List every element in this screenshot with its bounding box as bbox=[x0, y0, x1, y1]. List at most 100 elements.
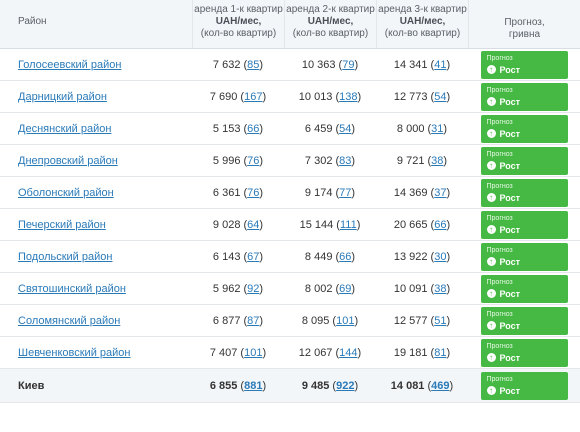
forecast-cell: Прогноз ↑ Рост bbox=[468, 50, 580, 79]
forecast-badge[interactable]: Прогноз ↑ Рост bbox=[480, 210, 568, 239]
header-1room-line2: UAH/мес, bbox=[215, 16, 262, 27]
count-3room-link[interactable]: 66 bbox=[434, 219, 446, 231]
forecast-badge-label: Прогноз bbox=[486, 86, 513, 94]
forecast-badge[interactable]: Прогноз ↑ Рост bbox=[480, 306, 568, 335]
price-1room: 5 996 bbox=[212, 154, 241, 167]
region-link[interactable]: Днепровский район bbox=[18, 155, 118, 167]
count-3room-link[interactable]: 54 bbox=[434, 91, 446, 103]
count-2room-link[interactable]: 144 bbox=[339, 347, 357, 359]
header-region: Район bbox=[18, 16, 47, 27]
count-1room-link[interactable]: 76 bbox=[247, 187, 259, 199]
price-1room-cell: 5 153 (66) bbox=[212, 122, 264, 135]
forecast-badge[interactable]: Прогноз ↑ Рост bbox=[480, 50, 568, 79]
count-1room-link[interactable]: 66 bbox=[247, 123, 259, 135]
count-3room-link[interactable]: 81 bbox=[434, 347, 446, 359]
table-row: Святошинский район 5 962 (92) 8 002 (69) 10… bbox=[0, 273, 580, 305]
table-row: Печерский район 9 028 (64) 15 144 (111) 20 … bbox=[0, 209, 580, 241]
price-2room: 12 067 bbox=[298, 346, 333, 359]
count-2room-link[interactable]: 138 bbox=[339, 91, 357, 103]
total-2room-count[interactable]: 922 bbox=[336, 380, 354, 392]
price-2room: 10 363 bbox=[301, 58, 336, 71]
price-2room-cell: 15 144 (111) bbox=[299, 218, 361, 231]
forecast-badge-text: Рост bbox=[499, 192, 521, 203]
region-link[interactable]: Оболонский район bbox=[18, 187, 114, 199]
forecast-badge-text: Рост bbox=[499, 64, 521, 75]
count-1room-link[interactable]: 92 bbox=[247, 283, 259, 295]
count-2room-link[interactable]: 83 bbox=[339, 155, 351, 167]
region-link[interactable]: Соломянский район bbox=[18, 315, 120, 327]
count-3room-link[interactable]: 51 bbox=[434, 315, 446, 327]
forecast-badge-label: Прогноз bbox=[486, 342, 513, 350]
up-arrow-icon: ↑ bbox=[486, 257, 496, 266]
forecast-badge-label: Прогноз bbox=[486, 54, 513, 62]
count-3room-link[interactable]: 37 bbox=[434, 187, 446, 199]
region-link[interactable]: Дарницкий район bbox=[18, 91, 107, 103]
price-3room: 12 773 bbox=[393, 90, 428, 103]
forecast-badge[interactable]: Прогноз ↑ Рост bbox=[480, 371, 568, 400]
price-1room: 6 143 bbox=[212, 250, 241, 263]
count-2room-link[interactable]: 79 bbox=[342, 59, 354, 71]
up-arrow-icon: ↑ bbox=[486, 386, 496, 395]
count-2room-link[interactable]: 101 bbox=[336, 315, 354, 327]
count-2room-link[interactable]: 66 bbox=[339, 251, 351, 263]
region-link[interactable]: Печерский район bbox=[18, 219, 106, 231]
table-row: Шевченковский район 7 407 (101) 12 067 (14… bbox=[0, 337, 580, 369]
table-row: Подольский район 6 143 (67) 8 449 (66) 13 9… bbox=[0, 241, 580, 273]
count-1room-link[interactable]: 85 bbox=[247, 59, 259, 71]
region-cell: Соломянский район bbox=[0, 315, 192, 327]
total-1room-count[interactable]: 881 bbox=[244, 380, 262, 392]
count-1room-link[interactable]: 76 bbox=[247, 155, 259, 167]
count-3room-link[interactable]: 30 bbox=[434, 251, 446, 263]
region-cell: Деснянский район bbox=[0, 123, 192, 135]
count-1room-link[interactable]: 87 bbox=[247, 315, 259, 327]
region-link[interactable]: Шевченковский район bbox=[18, 347, 130, 359]
forecast-badge[interactable]: Прогноз ↑ Рост bbox=[480, 178, 568, 207]
count-3room-link[interactable]: 31 bbox=[431, 123, 443, 135]
region-cell: Голосеевский район bbox=[0, 59, 192, 71]
total-1room-price: 6 855 bbox=[209, 379, 238, 392]
total-forecast-cell: Прогноз ↑ Рост bbox=[468, 371, 580, 400]
forecast-badge[interactable]: Прогноз ↑ Рост bbox=[480, 338, 568, 367]
price-1room: 5 153 bbox=[212, 122, 241, 135]
forecast-badge[interactable]: Прогноз ↑ Рост bbox=[480, 242, 568, 271]
total-1room-cell: 6 855 (881) bbox=[209, 379, 267, 392]
forecast-badge[interactable]: Прогноз ↑ Рост bbox=[480, 82, 568, 111]
forecast-badge[interactable]: Прогноз ↑ Рост bbox=[480, 114, 568, 143]
price-3room-cell: 13 922 (30) bbox=[393, 250, 451, 263]
region-link[interactable]: Деснянский район bbox=[18, 123, 111, 135]
count-3room-link[interactable]: 38 bbox=[434, 283, 446, 295]
total-3room-count[interactable]: 469 bbox=[431, 380, 449, 392]
count-1room-link[interactable]: 167 bbox=[244, 91, 262, 103]
total-2room-cell: 9 485 (922) bbox=[301, 379, 359, 392]
forecast-badge-main: ↑ Рост bbox=[486, 256, 562, 267]
forecast-badge-text: Рост bbox=[499, 385, 521, 396]
forecast-badge[interactable]: Прогноз ↑ Рост bbox=[480, 146, 568, 175]
region-link[interactable]: Святошинский район bbox=[18, 283, 126, 295]
region-link[interactable]: Подольский район bbox=[18, 251, 112, 263]
up-arrow-icon: ↑ bbox=[486, 353, 496, 362]
forecast-cell: Прогноз ↑ Рост bbox=[468, 146, 580, 175]
forecast-cell: Прогноз ↑ Рост bbox=[468, 114, 580, 143]
table-row: Днепровский район 5 996 (76) 7 302 (83) 9 7… bbox=[0, 145, 580, 177]
table-row: Дарницкий район 7 690 (167) 10 013 (138) 12… bbox=[0, 81, 580, 113]
forecast-badge-label: Прогноз bbox=[486, 150, 513, 158]
forecast-badge-main: ↑ Рост bbox=[486, 353, 562, 363]
forecast-badge-text: Рост bbox=[499, 256, 521, 267]
region-cell: Шевченковский район bbox=[0, 347, 192, 359]
price-1room: 6 877 bbox=[212, 314, 241, 327]
count-1room-link[interactable]: 101 bbox=[244, 347, 262, 359]
count-2room-link[interactable]: 69 bbox=[339, 283, 351, 295]
count-2room-link[interactable]: 111 bbox=[340, 219, 357, 231]
price-1room: 7 632 bbox=[212, 58, 241, 71]
forecast-badge-main: ↑ Рост bbox=[486, 129, 562, 139]
count-2room-link[interactable]: 54 bbox=[339, 123, 351, 135]
table-header: Район аренда 1-к квартир UAH/мес, (кол-в… bbox=[0, 0, 580, 49]
count-1room-link[interactable]: 67 bbox=[247, 251, 259, 263]
forecast-badge-main: ↑ Рост bbox=[486, 64, 562, 75]
count-2room-link[interactable]: 77 bbox=[339, 187, 351, 199]
forecast-badge[interactable]: Прогноз ↑ Рост bbox=[480, 274, 568, 303]
count-3room-link[interactable]: 38 bbox=[431, 155, 443, 167]
count-3room-link[interactable]: 41 bbox=[434, 59, 446, 71]
count-1room-link[interactable]: 64 bbox=[247, 219, 259, 231]
region-link[interactable]: Голосеевский район bbox=[18, 59, 121, 71]
